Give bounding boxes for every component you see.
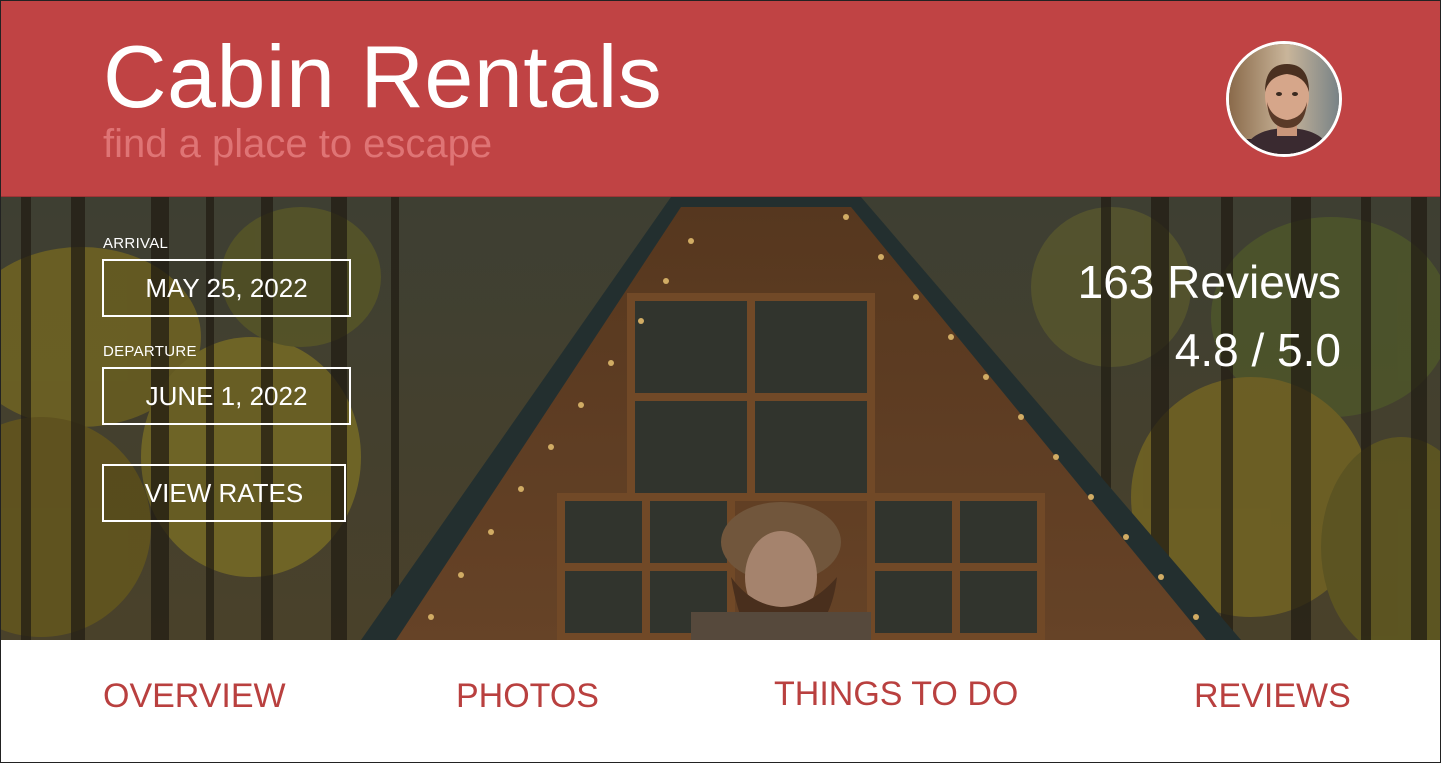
tab-reviews[interactable]: REVIEWS bbox=[1194, 676, 1351, 716]
page-subtitle: find a place to escape bbox=[103, 122, 493, 166]
tab-things-to-do[interactable]: THINGS TO DO bbox=[774, 674, 1018, 714]
rating-score: 4.8 / 5.0 bbox=[1174, 324, 1341, 376]
tab-photos[interactable]: PHOTOS bbox=[456, 676, 599, 716]
avatar-photo bbox=[1229, 44, 1339, 154]
user-avatar[interactable] bbox=[1226, 41, 1342, 157]
view-rates-button[interactable]: VIEW RATES bbox=[102, 464, 346, 522]
page-title: Cabin Rentals bbox=[103, 27, 663, 126]
departure-label: DEPARTURE bbox=[103, 343, 197, 360]
tab-navigation: OVERVIEW PHOTOS THINGS TO DO REVIEWS bbox=[1, 640, 1440, 762]
header: Cabin Rentals find a place to escape bbox=[1, 1, 1440, 197]
app-frame: Cabin Rentals find a place to escape ARR… bbox=[0, 0, 1441, 763]
arrival-date-field[interactable]: MAY 25, 2022 bbox=[102, 259, 351, 317]
arrival-label: ARRIVAL bbox=[103, 235, 169, 252]
departure-date-field[interactable]: JUNE 1, 2022 bbox=[102, 367, 351, 425]
hero-banner: ARRIVAL MAY 25, 2022 DEPARTURE JUNE 1, 2… bbox=[1, 197, 1440, 640]
reviews-count[interactable]: 163 Reviews bbox=[1078, 255, 1341, 309]
tab-overview[interactable]: OVERVIEW bbox=[103, 676, 286, 716]
